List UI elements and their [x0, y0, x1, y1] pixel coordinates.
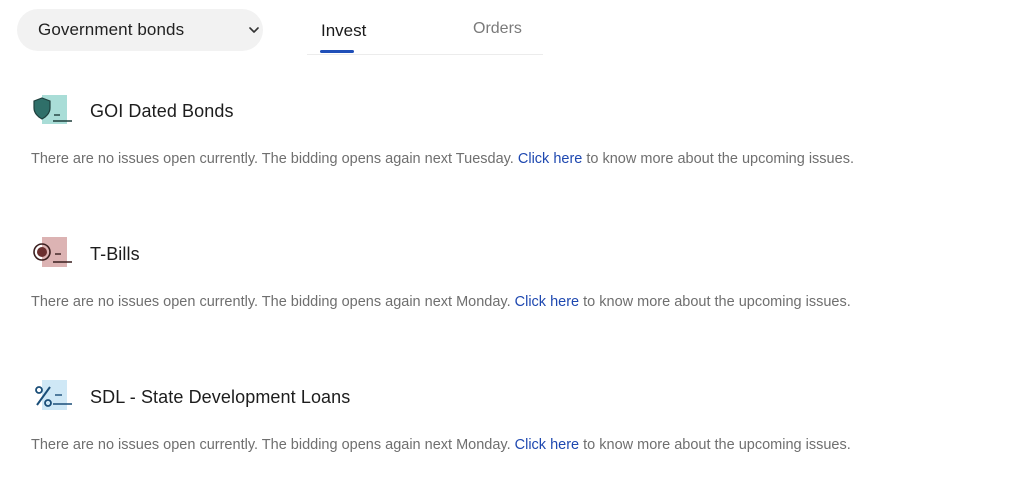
tab-orders[interactable]: Orders: [473, 20, 522, 38]
chevron-down-icon: [249, 27, 259, 33]
message-text-after: to know more about the upcoming issues.: [583, 294, 851, 310]
section-message: There are no issues open currently. The …: [31, 151, 854, 167]
click-here-link[interactable]: Click here: [515, 437, 579, 453]
tab-invest[interactable]: Invest: [321, 21, 366, 41]
tab-bar: Invest Orders: [307, 0, 543, 55]
message-text: There are no issues open currently. The …: [31, 151, 514, 167]
coin-icon: [33, 237, 72, 267]
section-sdl: SDL - State Development Loans There are …: [0, 378, 1024, 478]
category-dropdown-value: Government bonds: [38, 20, 185, 39]
message-text-after: to know more about the upcoming issues.: [586, 151, 854, 167]
shield-icon: [33, 95, 72, 124]
message-text-after: to know more about the upcoming issues.: [583, 437, 851, 453]
section-title: T-Bills: [90, 244, 140, 264]
category-dropdown[interactable]: Government bonds: [17, 9, 263, 51]
click-here-link[interactable]: Click here: [515, 294, 579, 310]
message-text: There are no issues open currently. The …: [31, 437, 511, 453]
section-t-bills: T-Bills There are no issues open current…: [0, 235, 1024, 335]
section-goi-dated-bonds: GOI Dated Bonds There are no issues open…: [0, 92, 1024, 192]
active-tab-indicator: [320, 50, 354, 53]
section-header: SDL - State Development Loans: [0, 378, 600, 418]
click-here-link[interactable]: Click here: [518, 151, 582, 167]
section-message: There are no issues open currently. The …: [31, 437, 851, 453]
top-bar: Government bonds Invest Orders: [0, 0, 1024, 70]
section-message: There are no issues open currently. The …: [31, 294, 851, 310]
section-header: GOI Dated Bonds: [0, 92, 600, 132]
section-header: T-Bills: [0, 235, 600, 275]
percent-icon: [35, 380, 72, 410]
message-text: There are no issues open currently. The …: [31, 294, 511, 310]
section-title: GOI Dated Bonds: [90, 101, 234, 121]
section-title: SDL - State Development Loans: [90, 387, 351, 407]
